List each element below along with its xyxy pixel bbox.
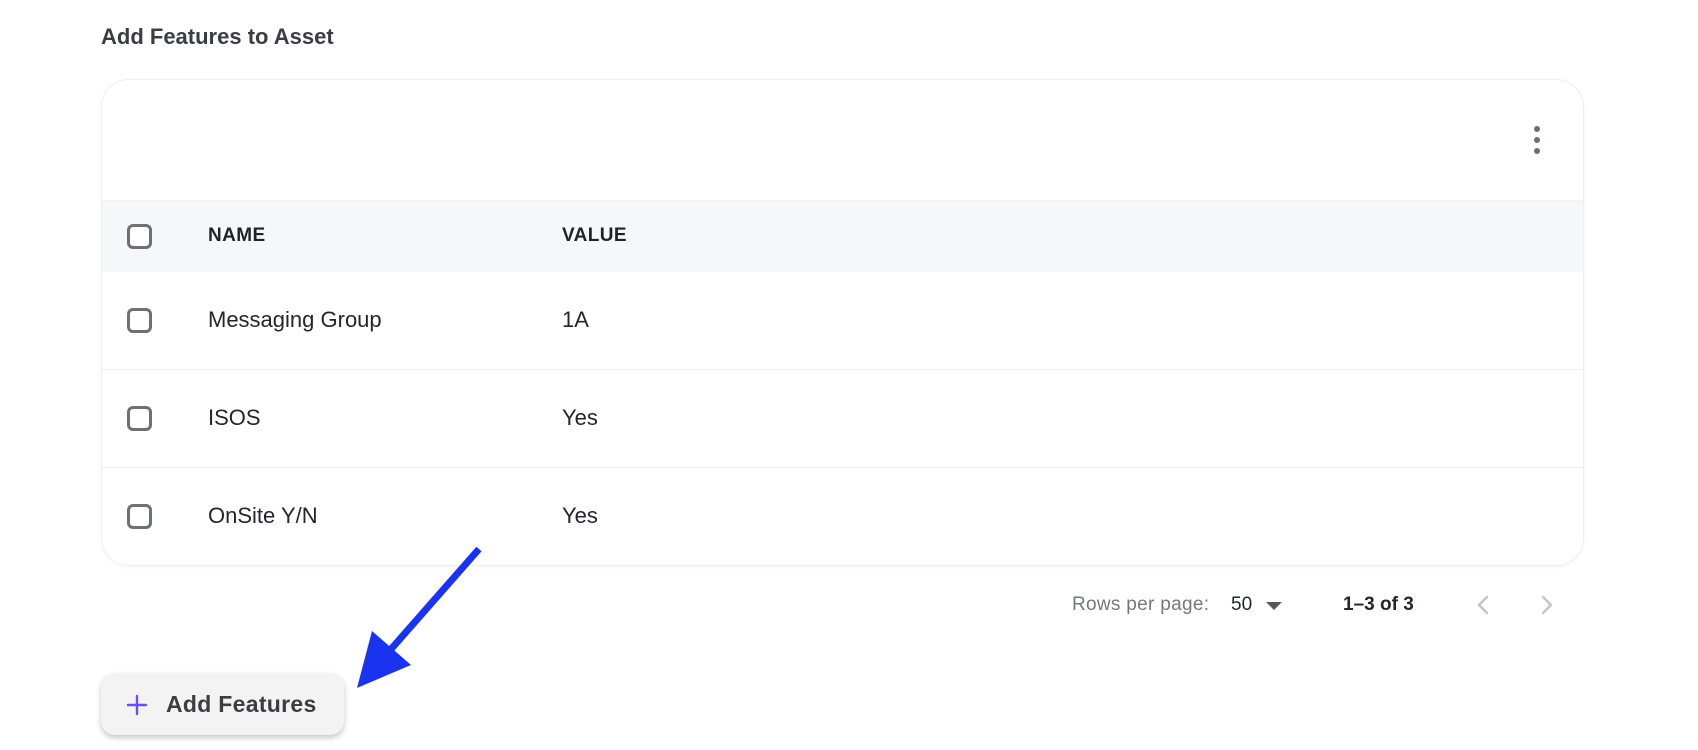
table-row[interactable]: Messaging Group 1A	[102, 272, 1583, 370]
select-all-checkbox[interactable]	[127, 224, 152, 249]
feature-value-cell: Yes	[562, 503, 598, 528]
table-toolbar	[102, 80, 1583, 201]
features-table-card: NAME VALUE Messaging Group 1A ISOS Yes O…	[101, 79, 1584, 566]
table-row[interactable]: ISOS Yes	[102, 370, 1583, 468]
column-header-value[interactable]: VALUE	[562, 225, 627, 247]
feature-name-cell: OnSite Y/N	[208, 503, 318, 528]
add-features-label: Add Features	[166, 691, 317, 717]
section-title: Add Features to Asset	[101, 24, 334, 49]
row-checkbox[interactable]	[127, 406, 152, 431]
table-header-row: NAME VALUE	[102, 201, 1583, 272]
rows-per-page-select[interactable]: 50	[1231, 590, 1283, 620]
rows-per-page-value: 50	[1231, 594, 1253, 615]
caret-down-icon	[1266, 602, 1283, 610]
add-features-button[interactable]: Add Features	[101, 673, 344, 735]
feature-name-cell: Messaging Group	[208, 307, 382, 332]
feature-value-cell: 1A	[562, 307, 589, 332]
more-options-icon[interactable]	[1519, 120, 1555, 160]
previous-page-button[interactable]	[1468, 590, 1498, 620]
page: Add Features to Asset NAME VALUE Messagi…	[0, 0, 1698, 750]
table-pagination: Rows per page: 50 1–3 of 3	[0, 590, 1698, 620]
plus-icon	[126, 694, 148, 716]
rows-per-page-label: Rows per page:	[1072, 594, 1210, 615]
chevron-right-icon	[1541, 595, 1553, 615]
pagination-range: 1–3 of 3	[1343, 594, 1414, 615]
chevron-left-icon	[1477, 595, 1489, 615]
features-table: NAME VALUE Messaging Group 1A ISOS Yes O…	[102, 201, 1583, 565]
row-checkbox[interactable]	[127, 308, 152, 333]
feature-value-cell: Yes	[562, 405, 598, 430]
row-checkbox[interactable]	[127, 504, 152, 529]
feature-name-cell: ISOS	[208, 405, 261, 430]
next-page-button[interactable]	[1532, 590, 1562, 620]
table-row[interactable]: OnSite Y/N Yes	[102, 468, 1583, 565]
column-header-name[interactable]: NAME	[208, 225, 266, 247]
